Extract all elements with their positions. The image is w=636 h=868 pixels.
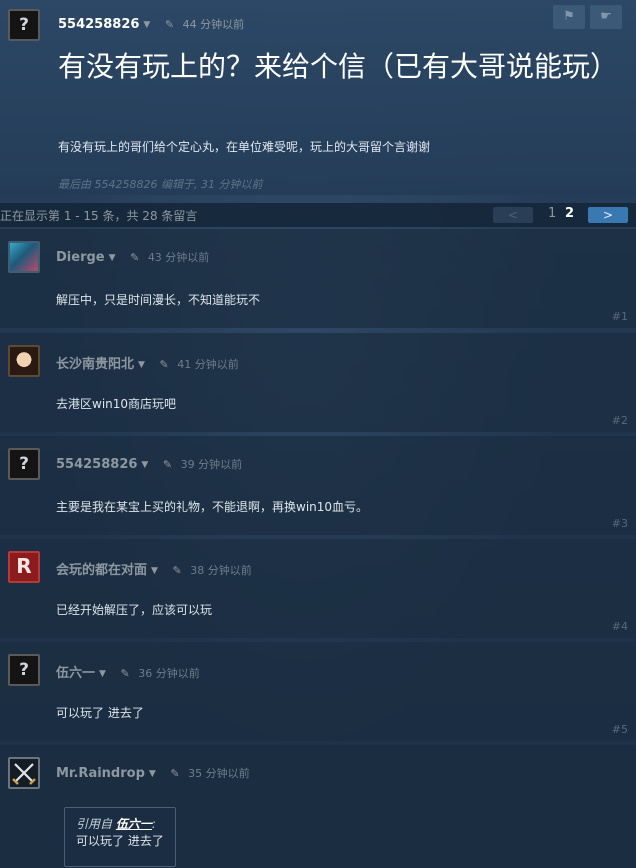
pagination-info: 正在显示第 1 - 15 条，共 28 条留言	[0, 209, 198, 223]
pagination-bar: 正在显示第 1 - 15 条，共 28 条留言 < 1 2 >	[0, 203, 636, 227]
comment-body: 主要是我在某宝上买的礼物，不能退啊，再换win10血亏。	[56, 500, 369, 514]
chevron-down-icon[interactable]: ▼	[149, 769, 156, 779]
comment-number: #5	[611, 723, 628, 736]
flag-icon[interactable]: ⚑	[553, 5, 585, 29]
chevron-down-icon[interactable]: ▼	[109, 253, 116, 263]
comment-body: 去港区win10商店玩吧	[56, 397, 177, 411]
chevron-down-icon[interactable]: ▼	[99, 669, 106, 679]
quote-header: 引用自 伍六一:	[76, 816, 175, 833]
topic-author[interactable]: 554258826 ▼ ✎ 44 分钟以前	[58, 16, 244, 32]
chevron-down-icon[interactable]: ▼	[141, 460, 148, 470]
comment-timestamp: 35 分钟以前	[188, 767, 250, 780]
comment-author-name[interactable]: 554258826	[56, 457, 137, 472]
award-icon[interactable]: ✎	[120, 667, 129, 680]
award-icon[interactable]: ✎	[165, 18, 174, 31]
topic-author-avatar[interactable]: ?	[8, 9, 40, 41]
comment-body: 已经开始解压了，应该可以玩	[56, 603, 213, 617]
award-icon[interactable]: ✎	[172, 564, 181, 577]
chevron-down-icon[interactable]: ▼	[138, 360, 145, 370]
crossed-swords-avatar[interactable]	[8, 757, 40, 789]
comment: ? 554258826 ▼ ✎ 39 分钟以前 主要是我在某宝上买的礼物，不能退啊…	[0, 436, 636, 535]
award-icon[interactable]: ✎	[163, 458, 172, 471]
edited-note: 最后由 554258826 编辑于, 31 分钟以前	[58, 178, 263, 191]
next-page-button[interactable]: >	[588, 207, 628, 223]
comment-author-name[interactable]: Dierge	[56, 250, 105, 265]
character-avatar[interactable]	[8, 241, 40, 273]
crossed-swords-icon	[12, 763, 36, 785]
comment-author[interactable]: 伍六一 ▼ ✎ 36 分钟以前	[56, 662, 200, 681]
quote-author-link[interactable]: 伍六一	[116, 817, 152, 831]
comment-timestamp: 36 分钟以前	[138, 667, 200, 680]
comment-number: #4	[611, 620, 628, 633]
award-icon[interactable]: ✎	[170, 767, 179, 780]
photo-avatar[interactable]	[8, 345, 40, 377]
page-link-2-current: 2	[565, 206, 575, 221]
comment-author[interactable]: 长沙南贵阳北 ▼ ✎ 41 分钟以前	[56, 353, 239, 372]
comment-author-name[interactable]: Mr.Raindrop	[56, 766, 145, 781]
comment-author-name[interactable]: 长沙南贵阳北	[56, 357, 134, 372]
comment-author-name[interactable]: 伍六一	[56, 666, 95, 681]
prev-page-button[interactable]: <	[493, 207, 533, 223]
comment-author-name[interactable]: 会玩的都在对面	[56, 563, 147, 578]
comment: ? 伍六一 ▼ ✎ 36 分钟以前 可以玩了 进去了 #5	[0, 642, 636, 741]
question-mark-avatar[interactable]: ?	[8, 448, 40, 480]
topic-timestamp: 44 分钟以前	[182, 18, 245, 31]
comment-timestamp: 38 分钟以前	[190, 564, 252, 577]
comment-author[interactable]: Dierge ▼ ✎ 43 分钟以前	[56, 249, 209, 265]
pointing-hand-icon[interactable]: ☛	[590, 5, 622, 29]
comment: 长沙南贵阳北 ▼ ✎ 41 分钟以前 去港区win10商店玩吧 #2	[0, 333, 636, 432]
quote-prefix: 引用自	[76, 817, 113, 831]
quote-text: 可以玩了 进去了	[76, 834, 164, 848]
comment-timestamp: 43 分钟以前	[147, 251, 210, 264]
comment-body: 解压中，只是时间漫长，不知道能玩不	[56, 293, 261, 307]
chevron-down-icon[interactable]: ▼	[151, 566, 158, 576]
comment-author[interactable]: Mr.Raindrop ▼ ✎ 35 分钟以前	[56, 765, 250, 781]
letter-r-avatar[interactable]: R	[8, 551, 40, 583]
topic-body: 有没有玩上的哥们给个定心丸，在单位难受呢，玩上的大哥留个言谢谢	[58, 140, 431, 154]
topic-header: ? 554258826 ▼ ✎ 44 分钟以前 ⚑ ☛ 有没有玩上的？来给个信（已…	[0, 0, 636, 195]
comment-number: #3	[611, 517, 628, 530]
comment-body: 可以玩了 进去了	[56, 706, 144, 720]
comment: Mr.Raindrop ▼ ✎ 35 分钟以前 引用自 伍六一: 可以玩了 进去了	[0, 745, 636, 868]
award-icon[interactable]: ✎	[130, 251, 139, 264]
comment-author[interactable]: 554258826 ▼ ✎ 39 分钟以前	[56, 456, 242, 472]
comment-timestamp: 41 分钟以前	[177, 358, 239, 371]
comment-author[interactable]: 会玩的都在对面 ▼ ✎ 38 分钟以前	[56, 559, 252, 578]
quote-colon: :	[151, 817, 156, 831]
comment-timestamp: 39 分钟以前	[180, 458, 243, 471]
comment: R 会玩的都在对面 ▼ ✎ 38 分钟以前 已经开始解压了，应该可以玩 #4	[0, 539, 636, 638]
quote-block: 引用自 伍六一: 可以玩了 进去了	[64, 807, 176, 867]
page-title: 有没有玩上的？来给个信（已有大哥说能玩）	[58, 50, 619, 83]
comment-number: #1	[611, 310, 628, 323]
comment-number: #2	[611, 414, 628, 427]
page-link-1[interactable]: 1	[548, 206, 556, 221]
topic-author-name[interactable]: 554258826	[58, 17, 139, 32]
question-mark-avatar[interactable]: ?	[8, 654, 40, 686]
award-icon[interactable]: ✎	[159, 358, 168, 371]
comment: Dierge ▼ ✎ 43 分钟以前 解压中，只是时间漫长，不知道能玩不 #1	[0, 229, 636, 328]
chevron-down-icon[interactable]: ▼	[143, 20, 150, 30]
